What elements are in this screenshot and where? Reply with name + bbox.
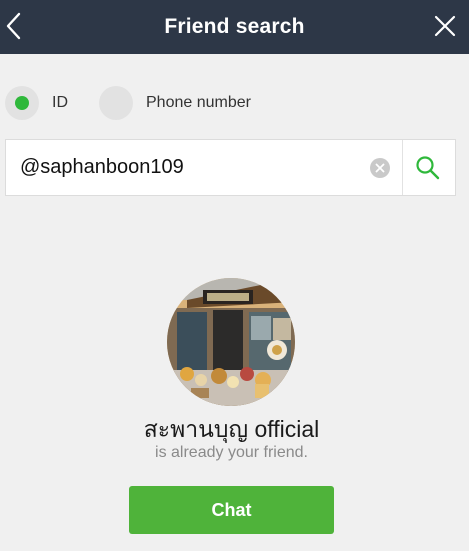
friend-status: is already your friend.	[155, 444, 308, 461]
chevron-left-icon	[6, 12, 21, 40]
clear-icon	[375, 163, 385, 173]
search-icon	[416, 156, 440, 180]
storefront-photo	[167, 278, 295, 406]
search-type-id-label: ID	[52, 94, 68, 111]
search-type-id-option[interactable]: ID	[5, 84, 68, 122]
app-header: Friend search	[0, 0, 469, 54]
page-title: Friend search	[164, 15, 305, 38]
friend-avatar[interactable]	[167, 278, 295, 406]
radio-dot	[15, 96, 29, 110]
radio-unselected-icon[interactable]	[99, 86, 133, 120]
search-type-selector: ID Phone number	[0, 84, 469, 122]
search-button[interactable]	[414, 154, 442, 182]
friend-name: สะพานบุญ official	[143, 416, 320, 442]
close-icon	[434, 15, 456, 37]
clear-button[interactable]	[370, 158, 390, 178]
search-box	[5, 139, 456, 196]
search-divider	[402, 140, 403, 195]
close-button[interactable]	[433, 14, 457, 38]
radio-selected-icon[interactable]	[5, 86, 39, 120]
search-type-phone-label: Phone number	[146, 94, 251, 111]
search-type-phone-option[interactable]: Phone number	[99, 84, 251, 122]
chat-button[interactable]: Chat	[129, 486, 334, 534]
search-input[interactable]	[6, 140, 366, 195]
back-button[interactable]	[2, 10, 28, 42]
